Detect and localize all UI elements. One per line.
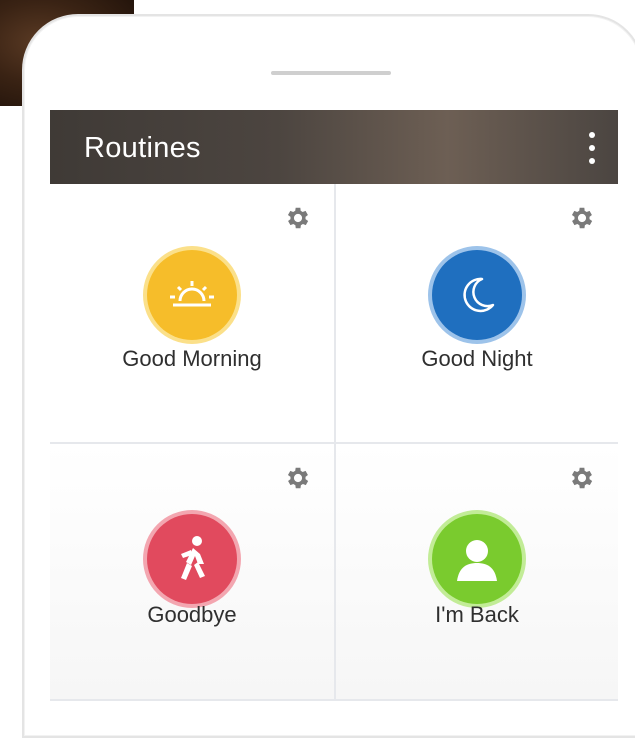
more-dot-icon: [589, 145, 595, 151]
more-options-button[interactable]: [582, 132, 602, 164]
walking-person-icon: [147, 514, 237, 604]
routine-label: Good Morning: [122, 346, 262, 371]
routine-label: I'm Back: [435, 602, 519, 627]
gear-icon[interactable]: [568, 204, 596, 232]
app-screen: Routines Good Morning Good Night Goodbye…: [50, 110, 618, 701]
page-title: Routines: [84, 132, 201, 164]
routine-label: Good Night: [421, 346, 533, 371]
routine-tile-goodbye[interactable]: Goodbye: [50, 444, 336, 701]
moon-icon: [432, 250, 522, 340]
phone-speaker: [271, 71, 391, 75]
routine-tile-good-morning[interactable]: Good Morning: [50, 184, 336, 444]
more-dot-icon: [589, 158, 595, 164]
sunrise-icon: [147, 250, 237, 340]
routines-grid: Good Morning Good Night Goodbye I'm Back: [50, 184, 618, 701]
gear-icon[interactable]: [284, 464, 312, 492]
routine-tile-good-night[interactable]: Good Night: [336, 184, 618, 444]
person-icon: [432, 514, 522, 604]
routine-tile-im-back[interactable]: I'm Back: [336, 444, 618, 701]
gear-icon[interactable]: [568, 464, 596, 492]
more-dot-icon: [589, 132, 595, 138]
gear-icon[interactable]: [284, 204, 312, 232]
routine-label: Goodbye: [147, 602, 237, 627]
app-bar: Routines: [50, 110, 618, 184]
